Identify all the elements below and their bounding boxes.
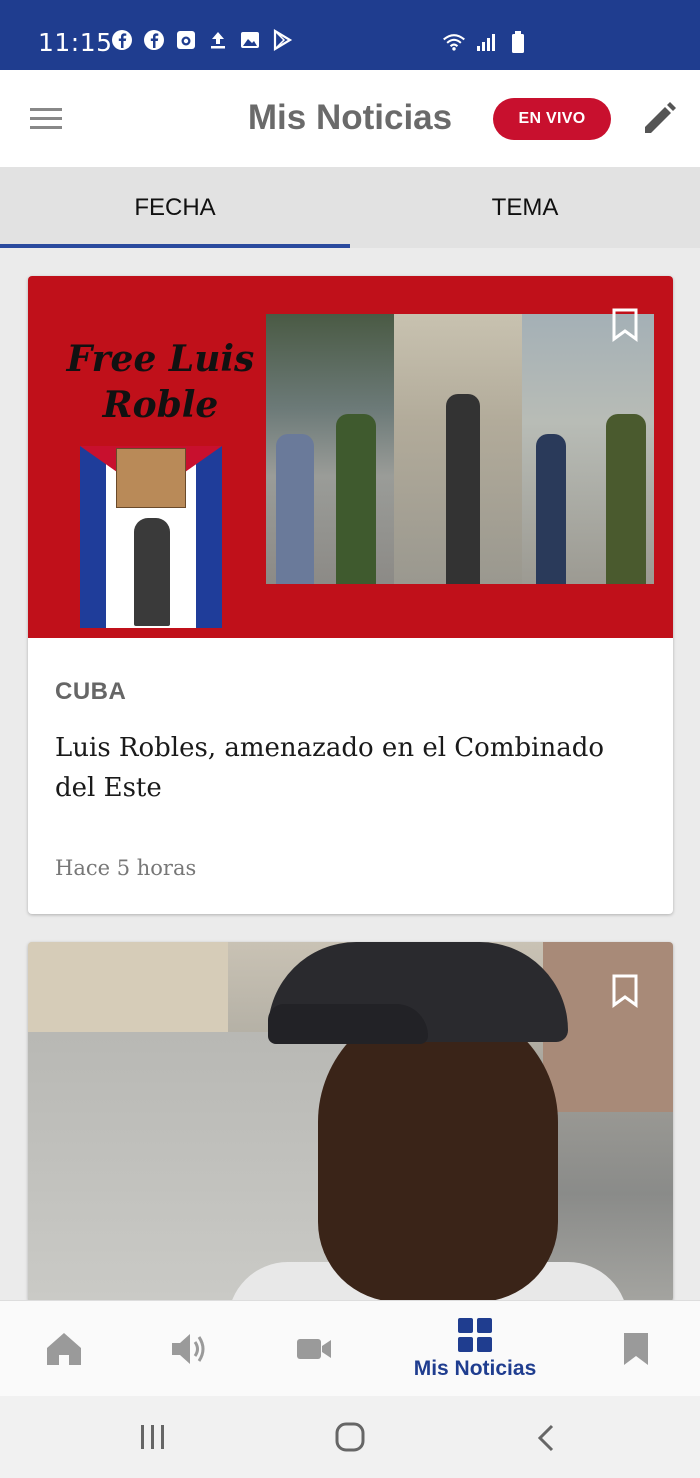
nav-home[interactable] [24,1301,104,1397]
article-headline[interactable]: Luis Robles, amenazado en el Combinado d… [55,728,645,808]
facebook-icon [110,28,134,52]
notification-icons [110,28,294,52]
upload-icon [206,28,230,52]
bottom-navigation: Mis Noticias [0,1300,700,1396]
protest-sign [116,448,186,508]
man-portrait [318,1002,558,1302]
home-icon [47,1333,81,1365]
tab-tema[interactable]: TEMA [350,167,700,248]
tab-fecha[interactable]: FECHA [0,167,350,248]
image-icon [238,28,262,52]
protester-figure [134,518,170,626]
protest-photo-collage [266,314,654,584]
back-icon[interactable] [534,1424,558,1457]
nav-label-mis-noticias: Mis Noticias [413,1357,537,1380]
status-bar: 11:15 [0,0,700,70]
volume-icon [172,1334,205,1364]
nav-video[interactable] [274,1301,354,1397]
nav-saved[interactable] [596,1301,676,1397]
live-button[interactable]: EN VIVO [493,98,611,140]
home-button-icon[interactable] [334,1422,366,1457]
nav-audio[interactable] [150,1301,230,1397]
grid-icon [458,1318,492,1352]
image-overlay-title: Free Luis Roble [66,338,255,426]
facebook-icon [142,28,166,52]
app-bar: Mis Noticias EN VIVO [0,70,700,167]
nav-mis-noticias[interactable]: Mis Noticias [400,1301,550,1397]
video-icon [297,1339,331,1359]
battery-icon [506,30,530,54]
system-status-icons [442,30,530,54]
wifi-icon [442,30,466,54]
bookmark-icon [624,1333,648,1365]
hamburger-menu-icon[interactable] [28,104,66,134]
recents-icon[interactable] [138,1424,168,1455]
article-timestamp: Hace 5 horas [55,856,197,880]
article-image [28,942,673,1302]
status-time: 11:15 [38,28,113,57]
bookmark-outline-icon[interactable] [611,308,639,342]
article-image: Free Luis Roble [28,276,673,638]
article-category[interactable]: CUBA [55,678,126,706]
edit-pencil-icon[interactable] [640,100,678,138]
bookmark-outline-icon[interactable] [611,974,639,1008]
signal-icon [474,30,498,54]
camera-app-icon [174,28,198,52]
cuban-flag-graphic [80,446,222,628]
page-title: Mis Noticias [247,98,453,137]
tab-bar: FECHA TEMA [0,167,700,248]
article-card[interactable]: Free Luis Roble CUBA Luis Robles, amenaz… [28,276,673,914]
article-card[interactable] [28,942,673,1302]
system-navigation-bar [0,1396,700,1478]
play-store-icon [270,28,294,52]
